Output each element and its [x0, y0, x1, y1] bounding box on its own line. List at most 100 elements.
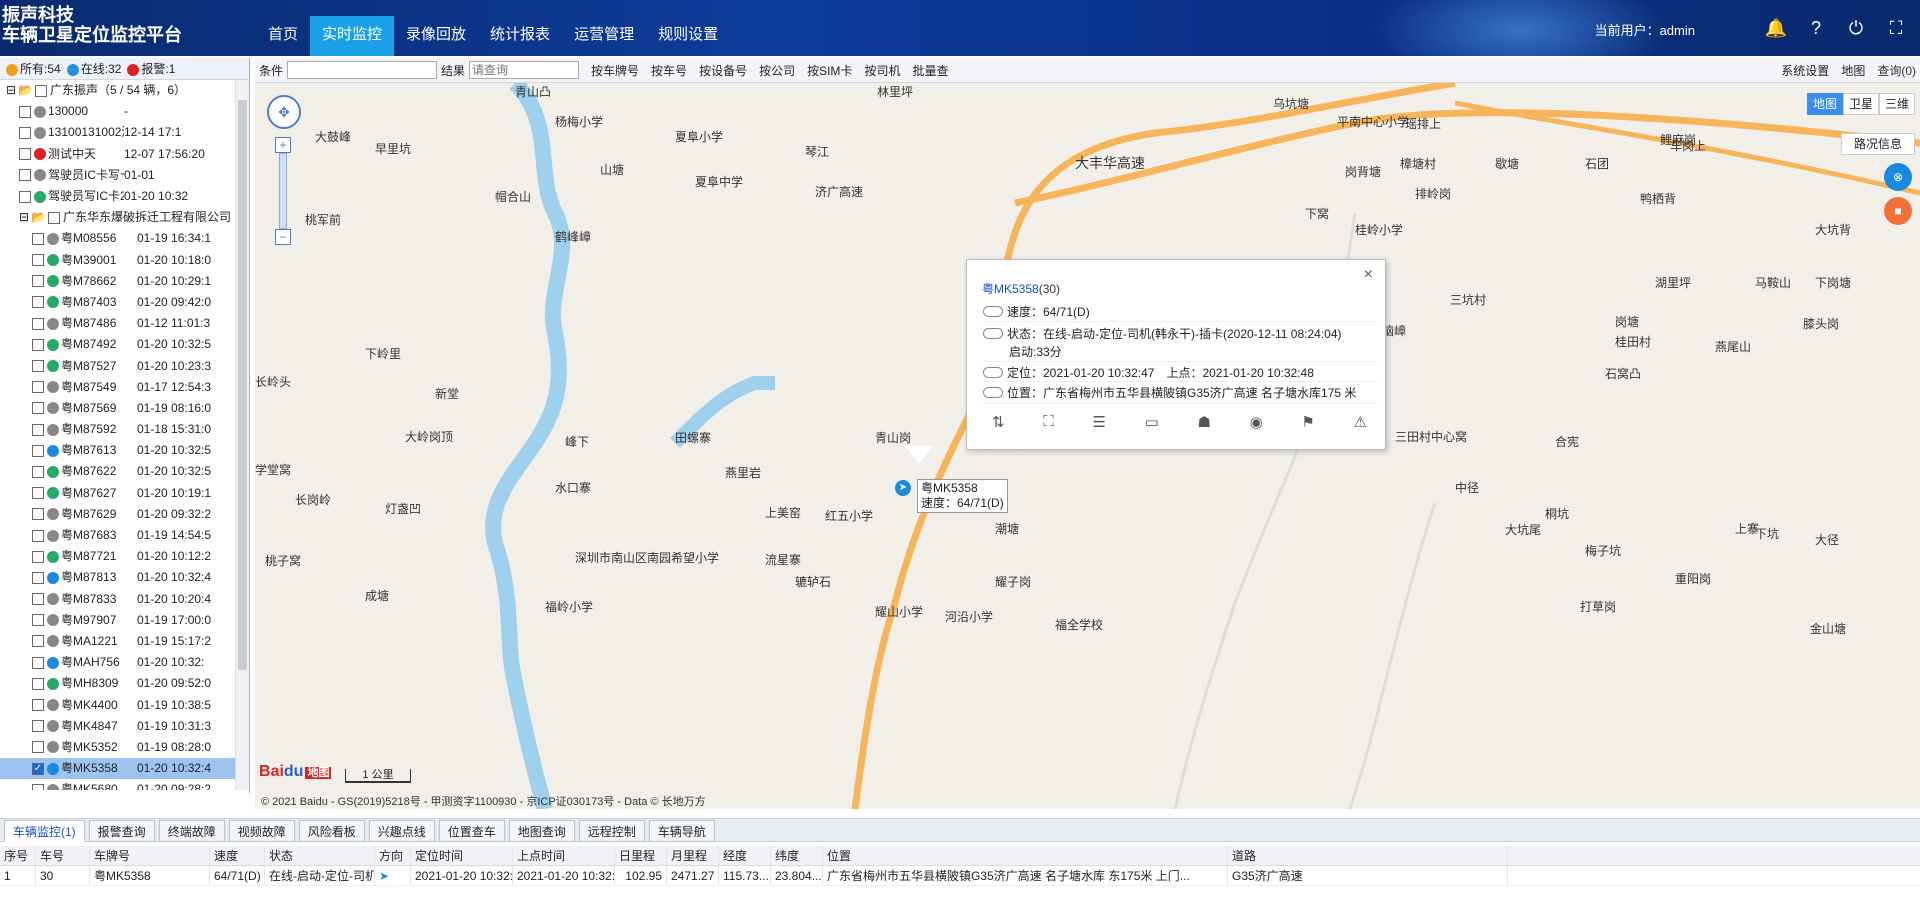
bell-icon[interactable]: 🔔: [1764, 16, 1788, 40]
record-icon[interactable]: ■: [1884, 197, 1912, 225]
toolbar-right-0[interactable]: 系统设置: [1781, 62, 1829, 79]
traffic-info-button[interactable]: 路况信息: [1841, 133, 1915, 155]
tab-3[interactable]: 视频故障: [228, 820, 295, 842]
collapse-icon[interactable]: ⊟: [6, 80, 16, 101]
count-alarm[interactable]: 报警:1: [127, 60, 175, 77]
column-header[interactable]: 定位时间: [411, 846, 513, 865]
tab-2[interactable]: 终端故障: [158, 820, 225, 842]
tree-checkbox[interactable]: [32, 635, 44, 648]
tree-checkbox[interactable]: [19, 190, 31, 203]
condition-input[interactable]: [287, 61, 438, 79]
map-view[interactable]: 青山凸 杨梅小学 夏阜小学 夏阜中学 大鼓峰 帽合山 鹤峰嶂 早里坑 桃军前 山塘 下岭里 长岭头 新堂…: [255, 83, 1920, 809]
tree-item[interactable]: 粤M87527 01-20 10:23:3: [0, 355, 236, 376]
video-icon[interactable]: ▭: [1145, 413, 1159, 431]
tree-checkbox[interactable]: [32, 254, 44, 267]
tree-item[interactable]: ✓ 粤MK5358 01-20 10:32:4: [0, 758, 236, 780]
search-by-button-6[interactable]: 批量查: [912, 62, 948, 79]
tree-item[interactable]: 粤M87629 01-20 09:32:2: [0, 504, 236, 525]
tree-item[interactable]: 13100131002测12-14 17:1: [0, 122, 236, 143]
tree-checkbox[interactable]: [19, 148, 31, 161]
fullscreen-icon[interactable]: ⛶: [1884, 16, 1908, 40]
tree-checkbox[interactable]: [32, 317, 44, 330]
search-by-button-3[interactable]: 按公司: [759, 62, 795, 79]
tab-4[interactable]: 风险看板: [298, 820, 365, 842]
tree-checkbox[interactable]: [32, 402, 44, 415]
layers-icon[interactable]: ⊗: [1884, 163, 1912, 191]
tree-checkbox[interactable]: [19, 169, 31, 182]
tree-item[interactable]: 粤M87833 01-20 10:20:4: [0, 589, 236, 610]
column-header[interactable]: 纬度: [771, 846, 823, 865]
tree-checkbox[interactable]: [19, 126, 31, 139]
search-by-button-0[interactable]: 按车牌号: [591, 62, 639, 79]
zoom-in-button[interactable]: +: [275, 137, 291, 153]
tree-scroll-thumb[interactable]: [238, 100, 247, 670]
column-header[interactable]: 月里程: [667, 846, 719, 865]
alert-icon[interactable]: ⚠: [1354, 413, 1367, 431]
tree-item[interactable]: 粤M97907 01-19 17:00:0: [0, 610, 236, 631]
close-icon[interactable]: ×: [1364, 266, 1373, 284]
track-icon[interactable]: ⇅: [992, 413, 1005, 431]
tab-1[interactable]: 报警查询: [88, 820, 155, 842]
tree-checkbox[interactable]: [32, 741, 44, 754]
column-header[interactable]: 车牌号: [90, 846, 210, 865]
tree-item[interactable]: 粤M08556 01-19 16:34:1: [0, 228, 236, 249]
tree-item[interactable]: 粤MK5352 01-19 08:28:0: [0, 737, 236, 758]
tree-checkbox[interactable]: [32, 677, 44, 690]
nav-item-0[interactable]: 首页: [256, 16, 310, 56]
tree-item[interactable]: 粤MK4847 01-19 10:31:3: [0, 716, 236, 737]
tree-checkbox[interactable]: [32, 571, 44, 584]
vehicle-map-label[interactable]: 粤MK5358 速度：64/71(D): [917, 479, 1008, 513]
tree-item[interactable]: 粤M87813 01-20 10:32:4: [0, 567, 236, 588]
tree-item[interactable]: 测试中天 12-07 17:56:20: [0, 144, 236, 165]
nav-item-4[interactable]: 运营管理: [562, 16, 646, 56]
eye-icon[interactable]: [983, 367, 1003, 378]
tree-item[interactable]: 粤MK4400 01-19 10:38:5: [0, 694, 236, 715]
column-header[interactable]: 方向: [375, 846, 411, 865]
tree-checkbox[interactable]: [32, 296, 44, 309]
tree-scrollbar[interactable]: [235, 80, 249, 790]
column-header[interactable]: 速度: [210, 846, 265, 865]
tree-item[interactable]: 粤M87627 01-20 10:19:1: [0, 483, 236, 504]
zoom-slider[interactable]: [279, 153, 287, 229]
tree-checkbox[interactable]: [35, 84, 48, 97]
tree-item[interactable]: 粤M87486 01-12 11:01:3: [0, 313, 236, 334]
tree-group[interactable]: ⊟ 📂 广东华东爆破拆迁工程有限公司: [0, 207, 236, 228]
map-type-1[interactable]: 卫星: [1843, 93, 1879, 115]
tree-checkbox[interactable]: [32, 360, 44, 373]
column-header[interactable]: 车号: [36, 846, 90, 865]
flag-icon[interactable]: ⚑: [1301, 413, 1314, 431]
tree-checkbox[interactable]: [32, 232, 44, 245]
nav-item-2[interactable]: 录像回放: [394, 16, 478, 56]
popup-title[interactable]: 粤MK5358(30): [982, 280, 1060, 297]
tree-checkbox[interactable]: [32, 783, 44, 790]
eye-icon[interactable]: [983, 387, 1003, 398]
nav-item-3[interactable]: 统计报表: [478, 16, 562, 56]
tree-checkbox[interactable]: ✓: [32, 762, 44, 775]
tree-item[interactable]: 粤MK5680 01-20 09:28:2: [0, 779, 236, 790]
column-header[interactable]: 上点时间: [513, 846, 615, 865]
vehicle-marker-icon[interactable]: ➤: [895, 480, 911, 496]
search-by-button-1[interactable]: 按车号: [651, 62, 687, 79]
help-icon[interactable]: ?: [1804, 16, 1828, 40]
toolbar-right-2[interactable]: 查询(0): [1877, 62, 1916, 79]
tab-0[interactable]: 车辆监控(1): [4, 820, 85, 842]
tree-checkbox[interactable]: [32, 381, 44, 394]
tree-checkbox[interactable]: [32, 465, 44, 478]
tree-item[interactable]: 粤MH8309 01-20 09:52:0: [0, 673, 236, 694]
collapse-icon[interactable]: ⊟: [19, 207, 29, 228]
column-header[interactable]: 道路: [1228, 846, 1508, 865]
search-by-button-2[interactable]: 按设备号: [699, 62, 747, 79]
map-type-2[interactable]: 三维: [1879, 93, 1915, 115]
column-header[interactable]: 经度: [719, 846, 771, 865]
driver-icon[interactable]: ☗: [1197, 413, 1210, 431]
count-all[interactable]: 所有:54: [6, 60, 61, 77]
tree-item[interactable]: 130000 -: [0, 101, 236, 122]
tree-item[interactable]: 粤M78662 01-20 10:29:1: [0, 271, 236, 292]
tree-checkbox[interactable]: [19, 105, 31, 118]
camera-icon[interactable]: ◉: [1250, 413, 1263, 431]
tree-item[interactable]: 粤M87569 01-19 08:16:0: [0, 398, 236, 419]
tree-checkbox[interactable]: [32, 529, 44, 542]
column-header[interactable]: 位置: [823, 846, 1228, 865]
nav-item-5[interactable]: 规则设置: [646, 16, 730, 56]
search-by-button-4[interactable]: 按SIM卡: [807, 62, 852, 79]
